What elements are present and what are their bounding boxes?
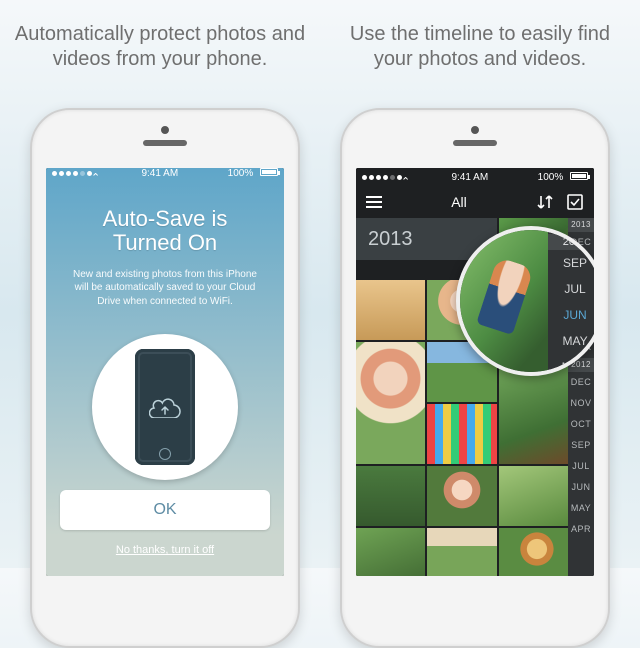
photo-thumb[interactable] xyxy=(356,528,425,576)
status-bar: 9:41 AM 100% xyxy=(356,168,594,186)
timeline-month[interactable]: JUN xyxy=(568,477,594,498)
photo-thumb[interactable] xyxy=(356,466,425,526)
phone-sensor xyxy=(471,126,479,134)
timeline-month[interactable]: OCT xyxy=(568,414,594,435)
status-battery-group: 100% xyxy=(228,168,278,179)
battery-percent: 100% xyxy=(538,172,564,183)
title-line1: Auto-Save is xyxy=(103,206,228,231)
mag-month: JUL xyxy=(548,276,594,302)
wifi-icon xyxy=(397,175,402,180)
caption-left: Automatically protect photos and videos … xyxy=(10,22,310,72)
status-battery-group: 100% xyxy=(538,172,588,183)
status-time: 9:41 AM xyxy=(451,172,488,183)
autosave-body: New and existing photos from this iPhone… xyxy=(60,268,270,309)
ok-button[interactable]: OK xyxy=(60,490,270,530)
mag-year: 2013 xyxy=(548,234,594,250)
phone-screen-left: 9:41 AM 100% Auto-Save is Turned On New … xyxy=(46,168,284,576)
turn-off-link[interactable]: No thanks, turn it off xyxy=(60,544,270,556)
battery-icon xyxy=(260,168,278,176)
gallery-title[interactable]: All xyxy=(451,194,467,210)
title-line2: Turned On xyxy=(113,230,217,255)
sort-icon[interactable] xyxy=(536,193,554,211)
mini-phone-icon xyxy=(135,349,195,465)
mag-month: SEP xyxy=(548,250,594,276)
battery-icon xyxy=(570,172,588,180)
status-time: 9:41 AM xyxy=(141,168,178,179)
cloud-upload-icon xyxy=(149,396,181,418)
timeline-magnifier: 2013 SEPJULJUNMAYMAR xyxy=(456,226,594,376)
timeline-screen: 9:41 AM 100% All 20 xyxy=(356,168,594,576)
photo-thumb[interactable] xyxy=(427,404,496,464)
device-illustration xyxy=(92,334,238,480)
phone-earpiece xyxy=(453,140,497,146)
mag-month: MAY xyxy=(548,328,594,354)
magnifier-timeline: 2013 SEPJULJUNMAYMAR xyxy=(548,230,594,372)
mag-month: JUN xyxy=(548,302,594,328)
gallery-topbar: All xyxy=(356,186,594,218)
wifi-icon xyxy=(87,171,92,176)
photo-thumb[interactable] xyxy=(427,466,496,526)
phone-sensor xyxy=(161,126,169,134)
autosave-title: Auto-Save is Turned On xyxy=(60,207,270,255)
signal-dots-icon xyxy=(52,171,92,176)
menu-icon[interactable] xyxy=(366,196,382,208)
timeline-month[interactable]: DEC xyxy=(568,372,594,393)
timeline-month[interactable]: SEP xyxy=(568,435,594,456)
timeline-month[interactable]: JUL xyxy=(568,456,594,477)
caption-right: Use the timeline to easily find your pho… xyxy=(330,22,630,72)
phone-mockup-right: 9:41 AM 100% All 20 xyxy=(340,108,610,648)
timeline-month[interactable]: MAY xyxy=(568,498,594,519)
timeline-month[interactable]: NOV xyxy=(568,393,594,414)
status-bar: 9:41 AM 100% xyxy=(46,168,284,179)
photo-thumb[interactable] xyxy=(356,342,425,464)
battery-percent: 100% xyxy=(228,168,254,179)
autosave-screen: 9:41 AM 100% Auto-Save is Turned On New … xyxy=(46,168,284,576)
autosave-actions: OK No thanks, turn it off xyxy=(46,490,284,576)
phone-screen-right: 9:41 AM 100% All 20 xyxy=(356,168,594,576)
photo-thumb[interactable] xyxy=(356,280,425,340)
phone-mockup-left: 9:41 AM 100% Auto-Save is Turned On New … xyxy=(30,108,300,648)
photo-thumb[interactable] xyxy=(499,528,568,576)
phone-earpiece xyxy=(143,140,187,146)
photo-thumb[interactable] xyxy=(427,528,496,576)
autosave-content: Auto-Save is Turned On New and existing … xyxy=(46,179,284,490)
photo-thumb[interactable] xyxy=(499,466,568,526)
select-icon[interactable] xyxy=(566,193,584,211)
magnifier-photo xyxy=(460,230,548,372)
toolbar-tools xyxy=(536,193,584,211)
signal-dots-icon xyxy=(362,175,402,180)
timeline-month[interactable]: APR xyxy=(568,519,594,540)
